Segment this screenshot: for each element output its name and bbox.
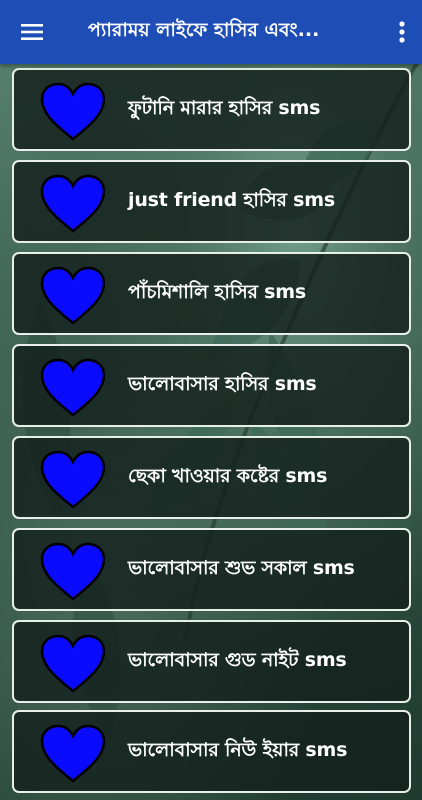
list-item-label: ভালোবাসার শুভ সকাল sms — [128, 556, 355, 579]
list-item[interactable]: ছেকা খাওয়ার কষ্টের sms — [12, 436, 411, 519]
list-item[interactable]: ভালোবাসার নিউ ইয়ার sms — [12, 710, 411, 793]
heart-icon — [40, 724, 106, 783]
list-item[interactable]: পাঁচমিশালি হাসির sms — [12, 252, 411, 335]
list-item-label: ভালোবাসার নিউ ইয়ার sms — [128, 738, 348, 761]
list-item-label: ছেকা খাওয়ার কষ্টের sms — [128, 464, 328, 487]
heart-icon — [40, 266, 106, 325]
list-item[interactable]: ভালোবাসার হাসির sms — [12, 344, 411, 427]
app-bar: প্যারাময় লাইফে হাসির এবং... — [0, 0, 422, 64]
heart-icon — [40, 358, 106, 417]
list-item-label: পাঁচমিশালি হাসির sms — [128, 280, 306, 303]
heart-icon — [40, 82, 106, 141]
list-item[interactable]: just friend হাসির sms — [12, 160, 411, 243]
list-item-label: ভালোবাসার গুড নাইট sms — [128, 648, 347, 671]
list-item[interactable]: ফুটানি মারার হাসির sms — [12, 68, 411, 151]
heart-icon — [40, 634, 106, 693]
app-title: প্যারাময় লাইফে হাসির এবং... — [88, 19, 320, 41]
heart-icon — [40, 542, 106, 601]
list-item[interactable]: ভালোবাসার গুড নাইট sms — [12, 620, 411, 703]
heart-icon — [40, 450, 106, 509]
list-item-label: ফুটানি মারার হাসির sms — [128, 96, 321, 119]
list-item[interactable]: ভালোবাসার শুভ সকাল sms — [12, 528, 411, 611]
list-item-label: ভালোবাসার হাসির sms — [128, 372, 317, 395]
heart-icon — [40, 174, 106, 233]
hamburger-menu-icon[interactable] — [0, 0, 64, 64]
more-vert-icon[interactable] — [382, 0, 422, 64]
list-item-label: just friend হাসির sms — [128, 188, 335, 211]
